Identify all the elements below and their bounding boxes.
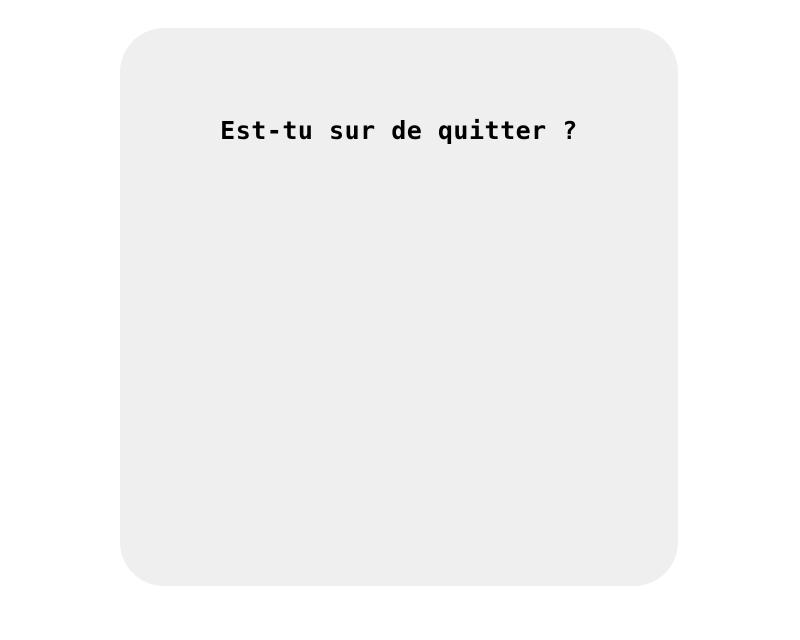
quit-confirmation-dialog: Est-tu sur de quitter ?: [120, 28, 678, 586]
dialog-title: Est-tu sur de quitter ?: [220, 116, 578, 145]
